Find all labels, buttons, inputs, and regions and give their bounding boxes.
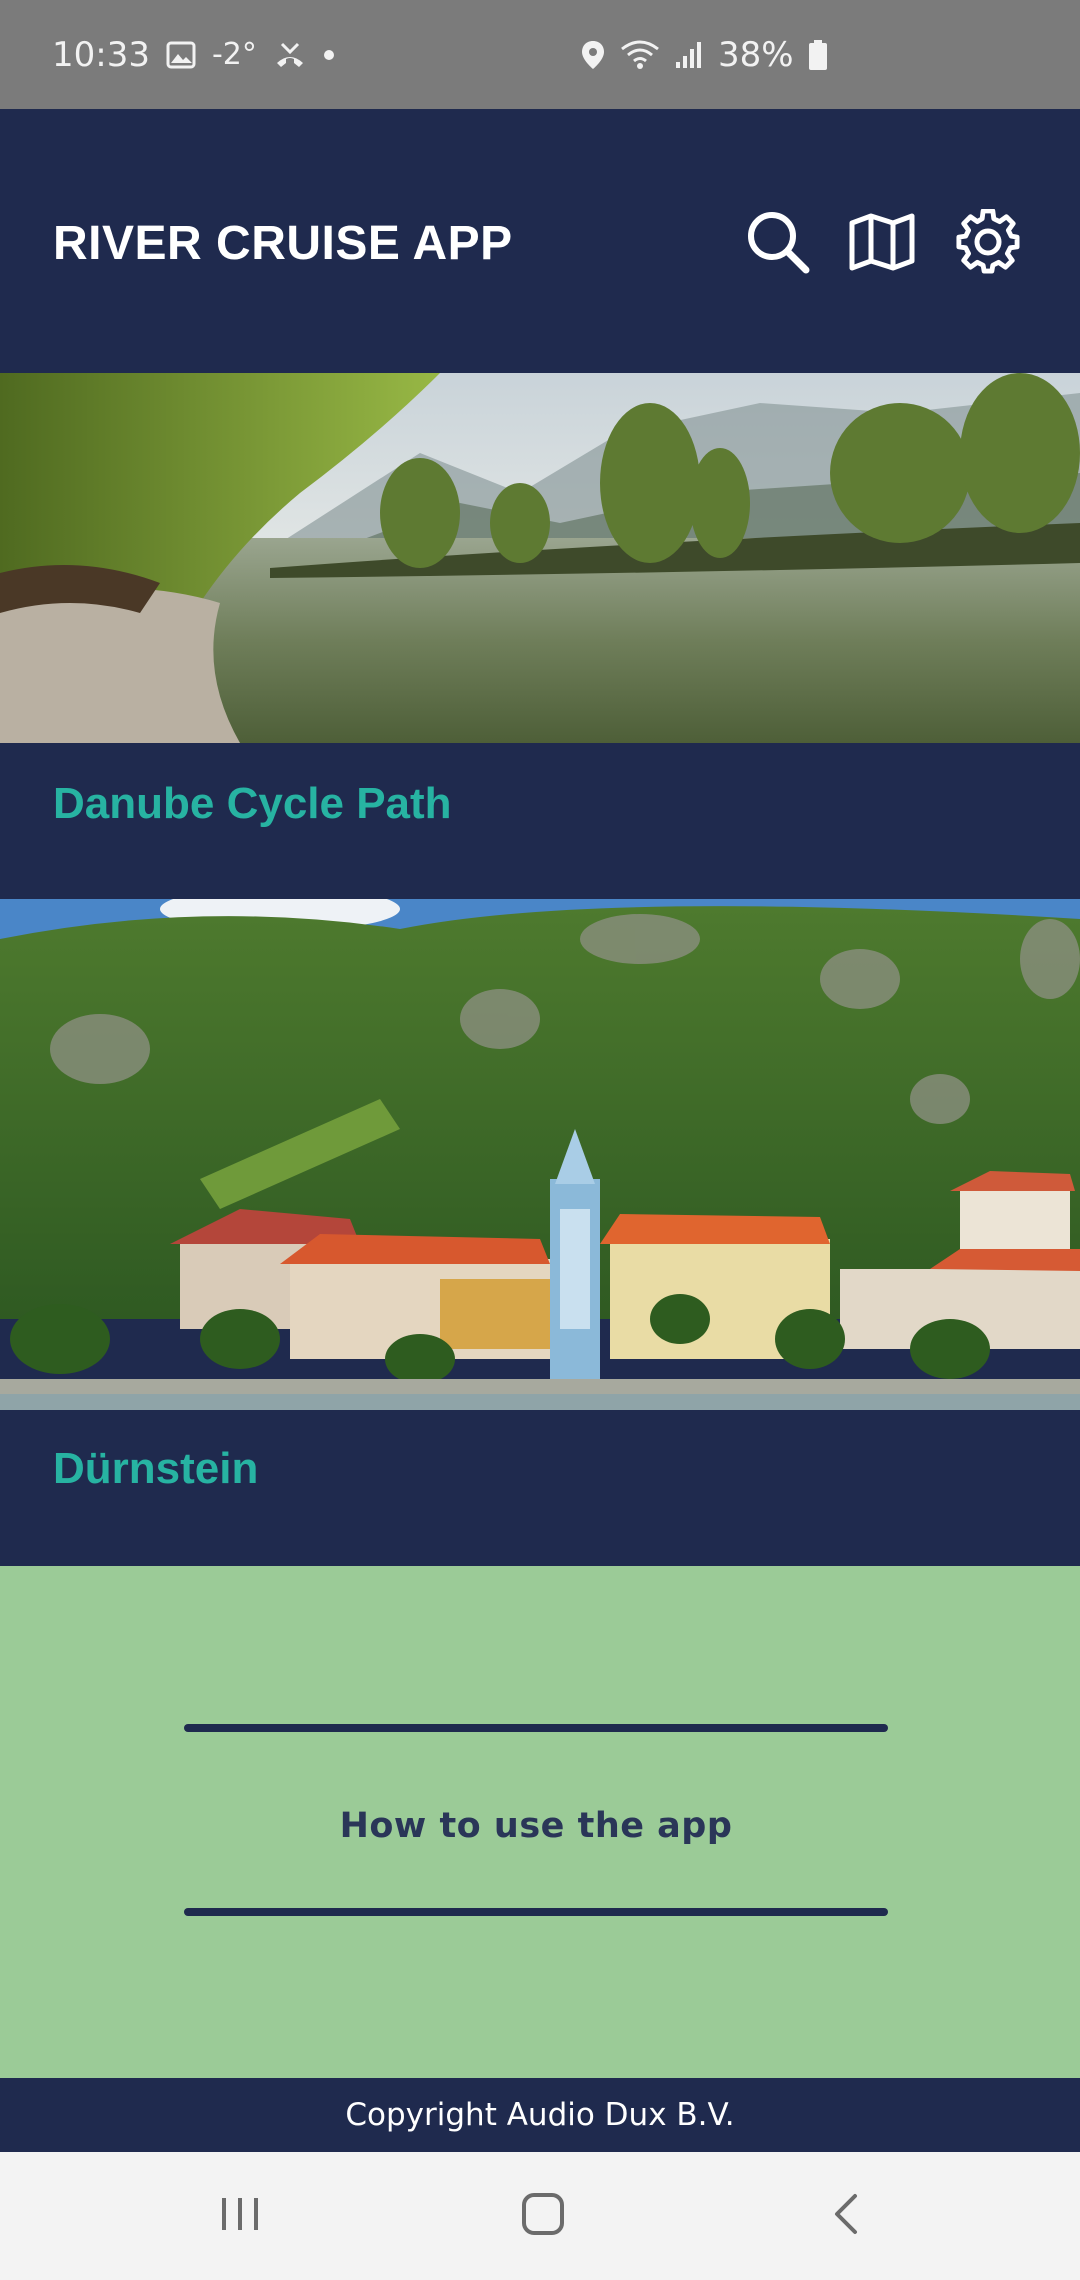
- recent-apps-button[interactable]: [180, 2176, 300, 2256]
- card-title: Dürnstein: [53, 1444, 259, 1493]
- danube-cycle-path-image[interactable]: [0, 373, 1080, 743]
- system-nav-bar: [0, 2152, 1080, 2280]
- how-to-use-label: How to use the app: [339, 1806, 733, 1846]
- home-button[interactable]: [483, 2176, 603, 2256]
- app-header: RIVER CRUISE APP: [0, 109, 1080, 373]
- how-to-section: How to use the app: [0, 1566, 1080, 2078]
- map-button[interactable]: [842, 204, 922, 284]
- durnstein-image[interactable]: [0, 899, 1080, 1410]
- durnstein-caption[interactable]: Dürnstein: [0, 1410, 1080, 1566]
- status-time: 10:33: [52, 34, 150, 75]
- divider-bottom: [184, 1908, 888, 1916]
- settings-button[interactable]: [948, 204, 1028, 284]
- footer-copyright: Copyright Audio Dux B.V.: [0, 2078, 1080, 2152]
- status-bar: 10:33 -2° 38%: [0, 0, 1080, 109]
- back-icon: [831, 2192, 861, 2241]
- recent-apps-icon: [218, 2194, 262, 2239]
- image-icon: [166, 41, 196, 69]
- card-title: Danube Cycle Path: [53, 779, 452, 828]
- search-icon: [743, 207, 813, 282]
- battery-icon: [808, 39, 828, 71]
- map-icon: [849, 211, 915, 278]
- home-icon: [520, 2191, 566, 2242]
- how-to-use-button[interactable]: How to use the app: [184, 1726, 888, 1926]
- search-button[interactable]: [738, 204, 818, 284]
- status-temperature: -2°: [211, 37, 257, 72]
- back-button[interactable]: [786, 2176, 906, 2256]
- missed-call-icon: [273, 41, 307, 69]
- gear-icon: [955, 208, 1021, 280]
- status-battery-text: 38%: [718, 34, 794, 75]
- danube-cycle-path-caption[interactable]: Danube Cycle Path: [0, 743, 1080, 899]
- signal-icon: [674, 40, 704, 70]
- wifi-icon: [620, 39, 660, 71]
- dot-icon: [323, 49, 335, 61]
- location-icon: [580, 39, 606, 71]
- page-title: RIVER CRUISE APP: [53, 217, 513, 270]
